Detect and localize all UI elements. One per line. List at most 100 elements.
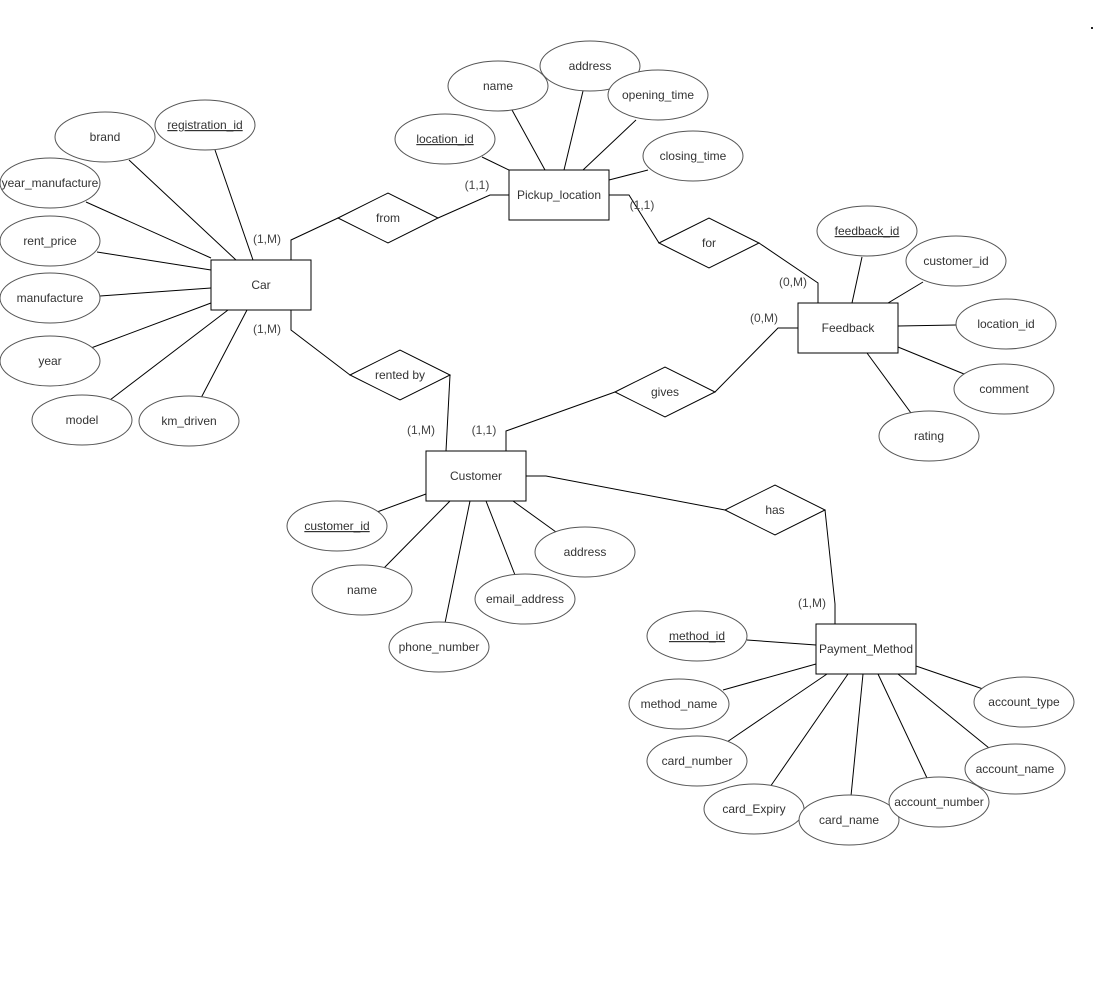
entity-label: Feedback — [822, 321, 876, 335]
attribute-label: account_number — [894, 795, 983, 809]
nodes-layer: registration_id brand year_manufacturerent… — [0, 40, 1075, 846]
attribute-cu-customer-id[interactable]: customer_id — [286, 500, 388, 552]
attribute-connector — [512, 500, 557, 533]
attribute-connector — [376, 493, 427, 513]
cardinality-label: (1,1) — [472, 423, 497, 437]
relationship-label: from — [376, 211, 400, 225]
attribute-label: card_name — [819, 813, 879, 827]
relationship-connector — [445, 374, 451, 452]
stray-dot — [1091, 27, 1093, 29]
attribute-label: year — [38, 354, 61, 368]
relationship-rented-by[interactable]: rented by — [348, 349, 452, 401]
relationship-for[interactable]: for — [657, 217, 761, 269]
attribute-car-registration-id[interactable]: registration_id — [154, 99, 256, 151]
relationship-has[interactable]: has — [723, 484, 827, 536]
attribute-label: email_address — [486, 592, 564, 606]
attribute-connector — [746, 639, 817, 646]
attribute-label: opening_time — [622, 88, 694, 102]
attribute-connector — [99, 287, 212, 297]
attribute-pm-account-type[interactable]: account_type — [973, 676, 1075, 728]
attribute-label: km_driven — [161, 414, 216, 428]
attribute-pm-card-name[interactable]: card_name — [798, 794, 900, 846]
relationship-gives[interactable]: gives — [613, 366, 717, 418]
attribute-pm-account-number[interactable]: account_number — [888, 776, 990, 828]
attribute-pm-method-id[interactable]: method_id — [646, 610, 748, 662]
entity-label: Car — [251, 278, 270, 292]
attribute-connector — [877, 673, 928, 779]
attribute-label: registration_id — [167, 118, 242, 132]
relationship-connector — [505, 391, 616, 451]
relationship-label: gives — [651, 385, 679, 399]
attribute-label: customer_id — [304, 519, 369, 533]
entity-car[interactable]: Car — [210, 259, 312, 311]
attribute-fb-rating[interactable]: rating — [878, 410, 980, 462]
entity-pickup[interactable]: Pickup_location — [508, 169, 610, 221]
attribute-pm-card-number[interactable]: card_number — [646, 735, 748, 787]
attribute-cu-address[interactable]: address — [534, 526, 636, 578]
entity-label: Pickup_location — [517, 188, 601, 202]
attribute-car-year-manufacture[interactable]: year_manufacture — [0, 157, 101, 209]
attribute-connector — [608, 169, 649, 181]
attribute-label: model — [66, 413, 99, 427]
entity-payment[interactable]: Payment_Method — [815, 623, 917, 675]
attribute-connector — [90, 302, 212, 349]
attribute-pm-account-name[interactable]: account_name — [964, 743, 1066, 795]
attribute-fb-comment[interactable]: comment — [953, 363, 1055, 415]
attribute-cu-phone-number[interactable]: phone_number — [388, 621, 490, 673]
attribute-car-year[interactable]: year — [0, 335, 101, 387]
attribute-label: method_id — [669, 629, 725, 643]
attribute-label: manufacture — [17, 291, 84, 305]
relationship-label: has — [765, 503, 784, 517]
attribute-connector — [851, 256, 863, 304]
attribute-car-rent-price[interactable]: rent_price — [0, 215, 101, 267]
attribute-label: account_name — [976, 762, 1055, 776]
attribute-fb-location-id[interactable]: location_id — [955, 298, 1057, 350]
attribute-pl-name[interactable]: name — [447, 60, 549, 112]
attribute-label: customer_id — [923, 254, 988, 268]
attribute-label: address — [564, 545, 607, 559]
relationship-connector — [526, 475, 726, 511]
attribute-label: rent_price — [23, 234, 77, 248]
entity-feedback[interactable]: Feedback — [797, 302, 899, 354]
attribute-label: name — [347, 583, 377, 597]
attribute-connector — [214, 149, 254, 261]
cardinality-label: (1,M) — [253, 322, 281, 336]
attribute-connector — [109, 309, 229, 401]
attribute-connector — [563, 90, 584, 171]
attribute-connector — [769, 673, 849, 788]
cardinality-label: (1,M) — [253, 232, 281, 246]
attribute-connector — [915, 665, 984, 690]
attribute-cu-name[interactable]: name — [311, 564, 413, 616]
attribute-label: phone_number — [399, 640, 480, 654]
attribute-pl-opening-time[interactable]: opening_time — [607, 69, 709, 121]
cardinality-label: (0,M) — [779, 275, 807, 289]
attribute-cu-email-address[interactable]: email_address — [474, 573, 576, 625]
attribute-pm-card-expiry[interactable]: card_Expiry — [703, 783, 805, 835]
attribute-label: method_name — [641, 697, 718, 711]
attribute-connector — [383, 500, 451, 569]
attribute-car-brand[interactable]: brand — [54, 111, 156, 163]
relationship-from[interactable]: from — [336, 192, 440, 244]
attribute-connector — [485, 500, 516, 576]
attribute-connector — [897, 346, 965, 375]
attribute-connector — [582, 119, 637, 171]
attribute-pm-method-name[interactable]: method_name — [628, 678, 730, 730]
relationship-connector — [824, 509, 836, 624]
attribute-connector — [722, 663, 817, 691]
attribute-pl-location-id[interactable]: location_id — [394, 113, 496, 165]
attribute-connector — [200, 309, 248, 399]
attribute-car-km-driven[interactable]: km_driven — [138, 395, 240, 447]
entity-customer[interactable]: Customer — [425, 450, 527, 502]
attribute-fb-customer-id[interactable]: customer_id — [905, 235, 1007, 287]
attribute-label: card_Expiry — [722, 802, 785, 816]
attribute-label: card_number — [662, 754, 733, 768]
attribute-car-manufacture[interactable]: manufacture — [0, 272, 101, 324]
attribute-connector — [481, 156, 510, 171]
relationship-connector — [758, 242, 819, 303]
attribute-fb-feedback-id[interactable]: feedback_id — [816, 205, 918, 257]
attribute-label: rating — [914, 429, 944, 443]
entity-label: Customer — [450, 469, 502, 483]
attribute-connector — [897, 673, 990, 749]
attribute-pl-closing-time[interactable]: closing_time — [642, 130, 744, 182]
attribute-car-model[interactable]: model — [31, 394, 133, 446]
